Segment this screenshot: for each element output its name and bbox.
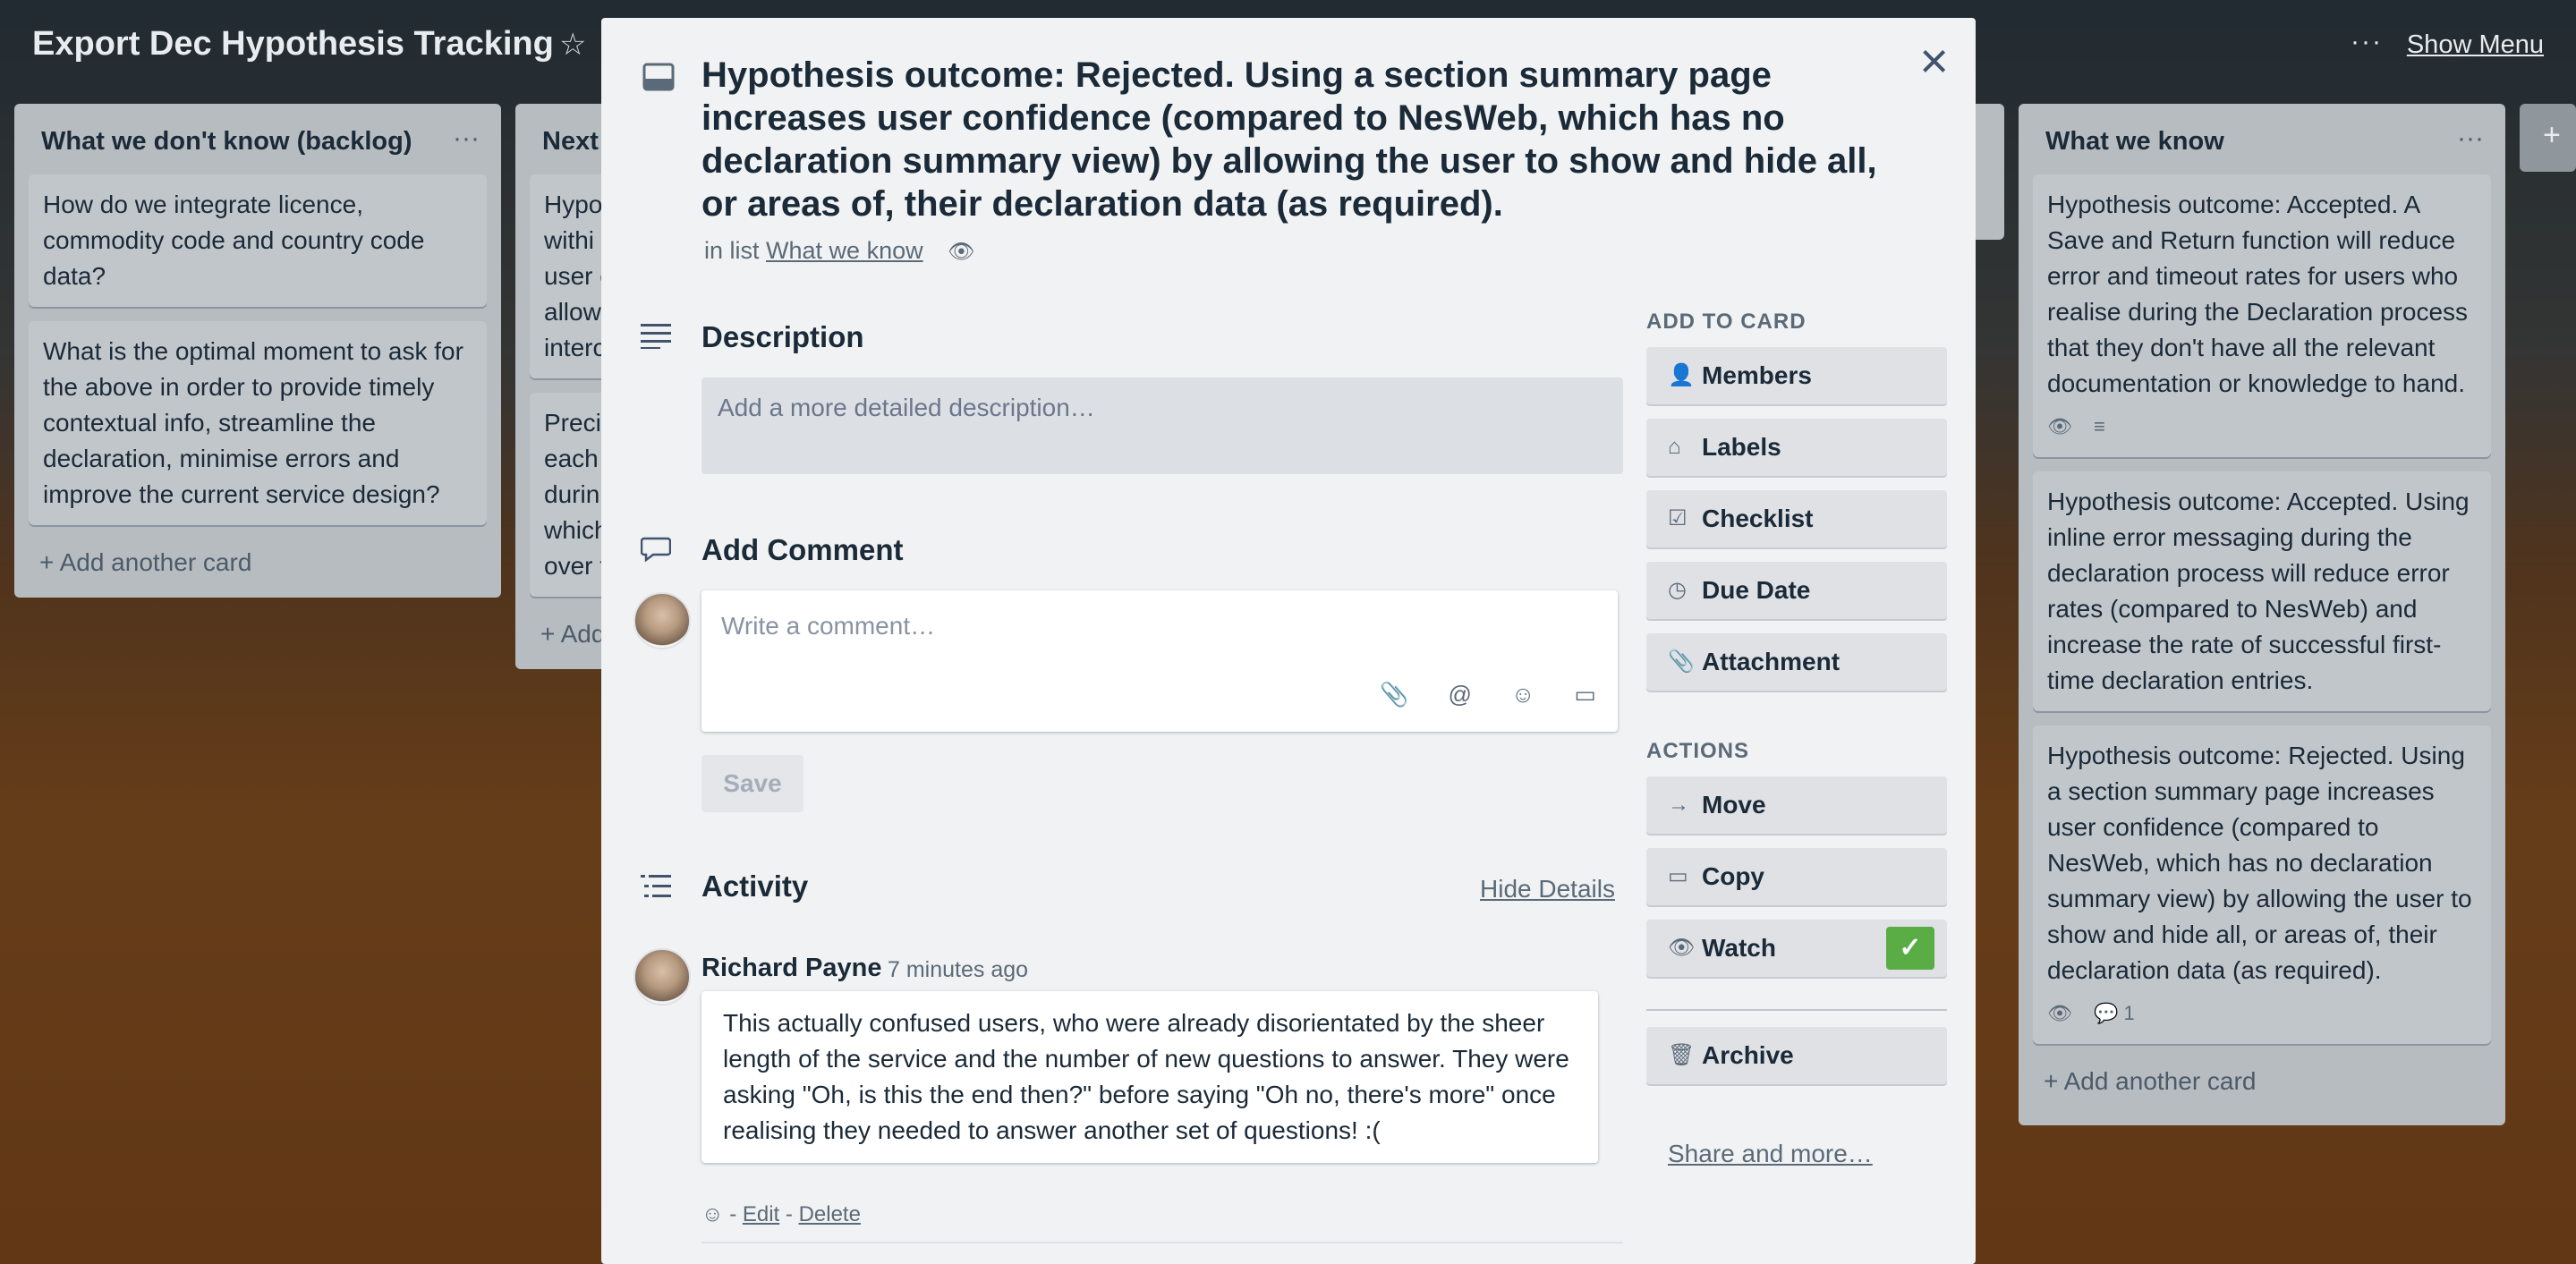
card-text: Hypothesis outcome: Accepted. A Save and… <box>2047 191 2469 397</box>
eye-icon: 👁 <box>2047 415 2072 437</box>
checklist-icon: ☑ <box>1668 506 1688 530</box>
emoji-icon[interactable]: ☺ <box>1511 681 1535 708</box>
button-label: Due Date <box>1702 576 1811 604</box>
button-label: Attachment <box>1702 648 1841 675</box>
button-label: Move <box>1702 791 1766 819</box>
clock-icon: ◷ <box>1668 578 1687 602</box>
description-input[interactable]: Add a more detailed description… <box>701 378 1623 474</box>
card-icon: ▭ <box>1668 864 1688 888</box>
add-comment-title: Add Comment <box>701 533 904 566</box>
list-card[interactable]: Hypothesis outcome: Accepted. A Save and… <box>2033 174 2491 457</box>
card-icon <box>642 63 675 96</box>
card-detail-modal: × Hypothesis outcome: Rejected. Using a … <box>601 18 1976 1264</box>
activity-author[interactable]: Richard Payne <box>701 954 881 983</box>
add-card-button[interactable]: + Add another card <box>2033 1058 2491 1105</box>
comment-input[interactable]: Write a comment… 📎 @ ☺ ▭ <box>701 590 1618 732</box>
edit-link[interactable]: Edit <box>743 1202 779 1226</box>
paperclip-icon: 📎 <box>1668 649 1695 674</box>
avatar <box>633 592 691 649</box>
card-title[interactable]: Hypothesis outcome: Rejected. Using a se… <box>701 54 1900 225</box>
list-menu-icon[interactable]: ··· <box>2457 123 2484 154</box>
divider <box>701 1242 1623 1243</box>
show-menu-link[interactable]: Show Menu <box>2407 30 2544 60</box>
list-card[interactable]: Hypothesis outcome: Rejected. Using a se… <box>2033 725 2491 1044</box>
copy-button[interactable]: ▭ Copy <box>1646 848 1947 905</box>
eye-icon: 👁 <box>1668 936 1696 960</box>
comment-count: 1 <box>2123 1002 2135 1024</box>
in-list-prefix: in list <box>704 237 760 264</box>
move-button[interactable]: → Move <box>1646 776 1947 834</box>
check-icon: ✓ <box>1886 927 1934 970</box>
list-backlog: What we don't know (backlog) ··· How do … <box>14 104 501 598</box>
add-card-button[interactable]: + Add another card <box>29 539 487 586</box>
actions-heading: ACTIONS <box>1646 739 1749 763</box>
comment-icon: 💬 1 <box>2093 1002 2135 1024</box>
list-card[interactable]: Hypothesis outcome: Accepted. Using inli… <box>2033 471 2491 711</box>
eye-icon: 👁 <box>948 240 975 264</box>
save-button[interactable]: Save <box>701 755 803 812</box>
card-icon[interactable]: ▭ <box>1574 681 1596 708</box>
activity-timestamp[interactable]: 7 minutes ago <box>888 957 1028 983</box>
list-what-we-know: What we know ··· Hypothesis outcome: Acc… <box>2019 104 2505 1125</box>
button-label: Archive <box>1702 1041 1794 1069</box>
reaction-icon[interactable]: ☺ <box>701 1202 724 1226</box>
archive-icon: 🗑 <box>1668 1043 1696 1067</box>
list-card[interactable]: How do we integrate licence, commodity c… <box>29 174 487 307</box>
close-icon[interactable]: × <box>1919 36 1949 86</box>
separator: - <box>729 1202 737 1226</box>
divider <box>1646 1009 1947 1011</box>
members-button[interactable]: 👤 Members <box>1646 347 1947 404</box>
star-icon[interactable]: ☆ <box>559 27 586 63</box>
delete-link[interactable]: Delete <box>799 1202 861 1226</box>
avatar <box>633 948 691 1005</box>
button-label: Labels <box>1702 433 1781 461</box>
checklist-button[interactable]: ☑ Checklist <box>1646 490 1947 547</box>
arrow-right-icon: → <box>1668 793 1689 817</box>
button-label: Members <box>1702 361 1812 389</box>
paperclip-icon[interactable]: 📎 <box>1380 681 1408 708</box>
attachment-button[interactable]: 📎 Attachment <box>1646 633 1947 691</box>
description-title: Description <box>701 320 864 353</box>
due-date-button[interactable]: ◷ Due Date <box>1646 562 1947 619</box>
description-icon: ≡ <box>2093 415 2105 437</box>
mention-icon[interactable]: @ <box>1448 681 1471 708</box>
activity-actions: ☺ - Edit - Delete <box>701 1202 861 1227</box>
button-label: Watch <box>1702 934 1776 962</box>
share-and-more-link[interactable]: Share and more… <box>1668 1140 1873 1168</box>
eye-icon: 👁 <box>2047 1002 2072 1024</box>
button-label: Copy <box>1702 862 1764 890</box>
archive-button[interactable]: 🗑 Archive <box>1646 1027 1947 1084</box>
card-text: Hypothesis outcome: Rejected. Using a se… <box>2047 742 2472 984</box>
labels-button[interactable]: ⌂ Labels <box>1646 419 1947 476</box>
list-menu-icon[interactable]: ··· <box>453 123 480 154</box>
description-icon <box>641 322 671 353</box>
person-icon: 👤 <box>1668 363 1695 387</box>
button-label: Checklist <box>1702 505 1814 532</box>
menu-dots-icon[interactable]: ··· <box>2351 27 2383 57</box>
watch-button[interactable]: 👁 Watch ✓ <box>1646 920 1947 977</box>
activity-comment: This actually confused users, who were a… <box>701 991 1598 1163</box>
add-to-card-heading: ADD TO CARD <box>1646 310 1807 334</box>
in-list-line: in list What we know 👁 <box>704 237 975 265</box>
add-list-button[interactable]: + <box>2520 104 2576 172</box>
comment-placeholder: Write a comment… <box>721 612 936 640</box>
list-title[interactable]: What we don't know (backlog) <box>41 127 487 157</box>
plus-icon: + <box>2543 118 2561 152</box>
activity-icon <box>641 873 671 904</box>
tag-icon: ⌂ <box>1668 435 1681 459</box>
comment-icon <box>640 535 672 566</box>
board-title[interactable]: Export Dec Hypothesis Tracking <box>32 25 554 64</box>
list-card[interactable]: What is the optimal moment to ask for th… <box>29 321 487 525</box>
separator: - <box>785 1202 793 1226</box>
hide-details-link[interactable]: Hide Details <box>1480 875 1615 903</box>
list-title[interactable]: What we know <box>2045 127 2491 157</box>
in-list-link[interactable]: What we know <box>766 237 923 264</box>
activity-title: Activity <box>701 870 809 903</box>
